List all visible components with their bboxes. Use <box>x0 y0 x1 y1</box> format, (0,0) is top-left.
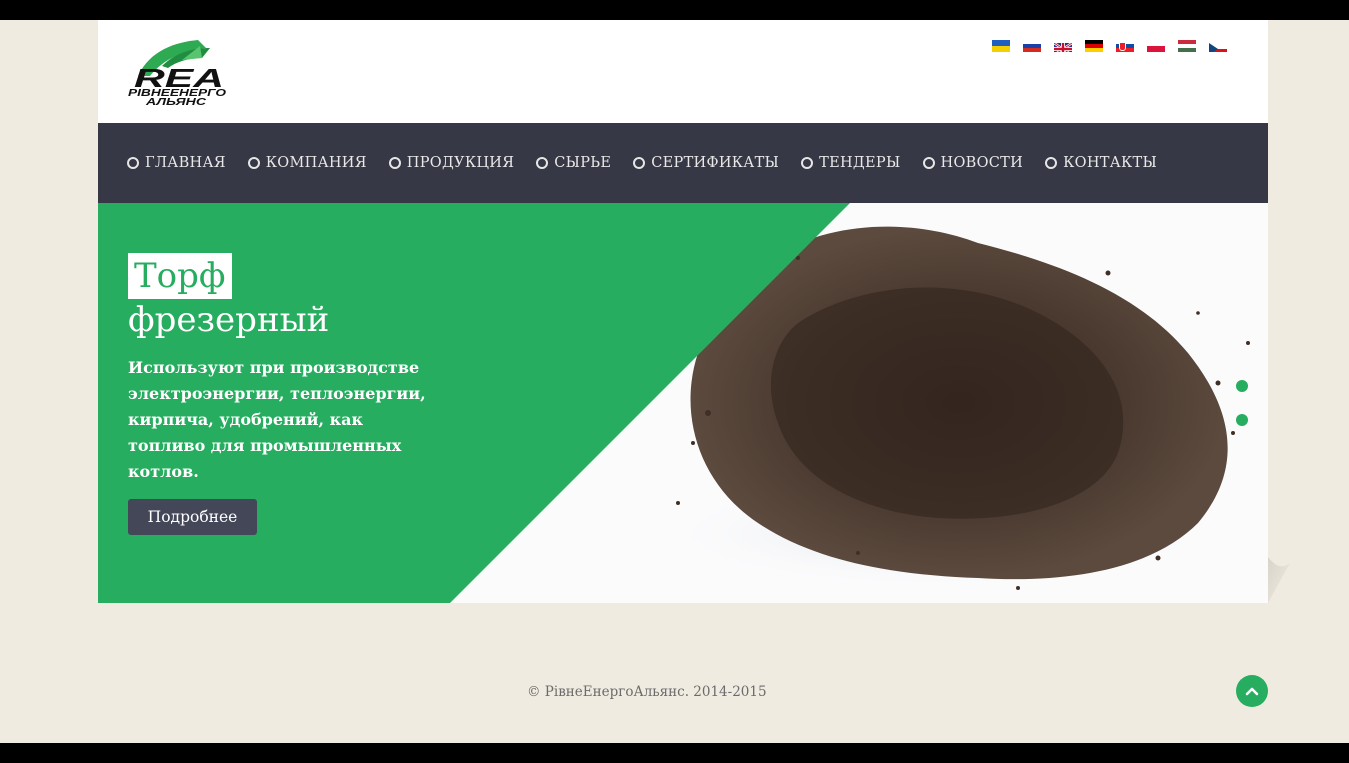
russia-flag-icon[interactable] <box>1023 40 1041 52</box>
circle-outline-icon <box>536 157 549 169</box>
germany-flag-icon[interactable] <box>1085 40 1103 52</box>
circle-outline-icon <box>801 157 814 169</box>
nav-item-products[interactable]: ПРОДУКЦИЯ <box>388 155 515 171</box>
nav-item-tenders[interactable]: ТЕНДЕРЫ <box>801 155 900 171</box>
hero-slider: Торф фрезерный Используют при производст… <box>98 203 1268 603</box>
czech-flag-icon[interactable] <box>1209 40 1227 52</box>
ukraine-flag-icon[interactable] <box>992 40 1010 52</box>
nav-item-label: ТЕНДЕРЫ <box>819 155 901 171</box>
slide-dot-1[interactable] <box>1236 380 1248 392</box>
back-to-top-button[interactable] <box>1236 675 1268 707</box>
nav-item-label: ПРОДУКЦИЯ <box>406 155 515 171</box>
hungary-flag-icon[interactable] <box>1178 40 1196 52</box>
hero-description: Используют при производстве электроэнерг… <box>128 358 426 481</box>
slovakia-flag-icon[interactable] <box>1116 40 1134 52</box>
company-logo[interactable]: REA РІВНЕЕНЕРГО АЛЬЯНС <box>128 38 228 108</box>
nav-item-news[interactable]: НОВОСТИ <box>922 155 1024 171</box>
nav-item-company[interactable]: КОМПАНИЯ <box>247 155 367 171</box>
circle-outline-icon <box>633 157 646 169</box>
more-details-button[interactable]: Подробнее <box>128 499 257 535</box>
nav-item-label: НОВОСТИ <box>940 155 1024 171</box>
nav-item-label: ГЛАВНАЯ <box>145 155 226 171</box>
circle-outline-icon <box>127 157 139 169</box>
bottom-black-bar <box>0 743 1349 763</box>
nav-item-home[interactable]: ГЛАВНАЯ <box>127 155 226 171</box>
circle-outline-icon <box>922 157 935 169</box>
circle-outline-icon <box>388 157 401 169</box>
nav-item-label: КОМПАНИЯ <box>265 155 367 171</box>
nav-item-label: СЫРЬЕ <box>554 155 612 171</box>
circle-outline-icon <box>247 157 260 169</box>
footer-copyright: © РівнеЕнергоАльянс. 2014-2015 <box>527 684 767 700</box>
svg-text:АЛЬЯНС: АЛЬЯНС <box>145 97 207 108</box>
nav-item-label: КОНТАКТЫ <box>1063 155 1158 171</box>
nav-item-label: СЕРТИФИКАТЫ <box>651 155 780 171</box>
main-navigation: ГЛАВНАЯ КОМПАНИЯ ПРОДУКЦИЯ СЫРЬЕ СЕРТИФИ… <box>98 123 1268 203</box>
page-curl-decoration <box>1268 557 1290 603</box>
logo-mark-icon: REA РІВНЕЕНЕРГО АЛЬЯНС <box>128 40 226 108</box>
nav-item-contacts[interactable]: КОНТАКТЫ <box>1045 155 1157 171</box>
hero-title-highlight: Торф <box>128 253 232 299</box>
nav-item-certificates[interactable]: СЕРТИФИКАТЫ <box>633 155 779 171</box>
nav-item-raw-materials[interactable]: СЫРЬЕ <box>536 155 611 171</box>
site-header: REA РІВНЕЕНЕРГО АЛЬЯНС <box>98 20 1268 123</box>
hero-title: фрезерный <box>128 300 330 340</box>
chevron-up-icon <box>1245 687 1259 696</box>
circle-outline-icon <box>1045 157 1058 169</box>
poland-flag-icon[interactable] <box>1147 40 1165 52</box>
slide-dot-2[interactable] <box>1236 414 1248 426</box>
top-black-bar <box>0 0 1349 20</box>
language-switcher <box>992 40 1240 52</box>
uk-flag-icon[interactable] <box>1054 40 1072 52</box>
